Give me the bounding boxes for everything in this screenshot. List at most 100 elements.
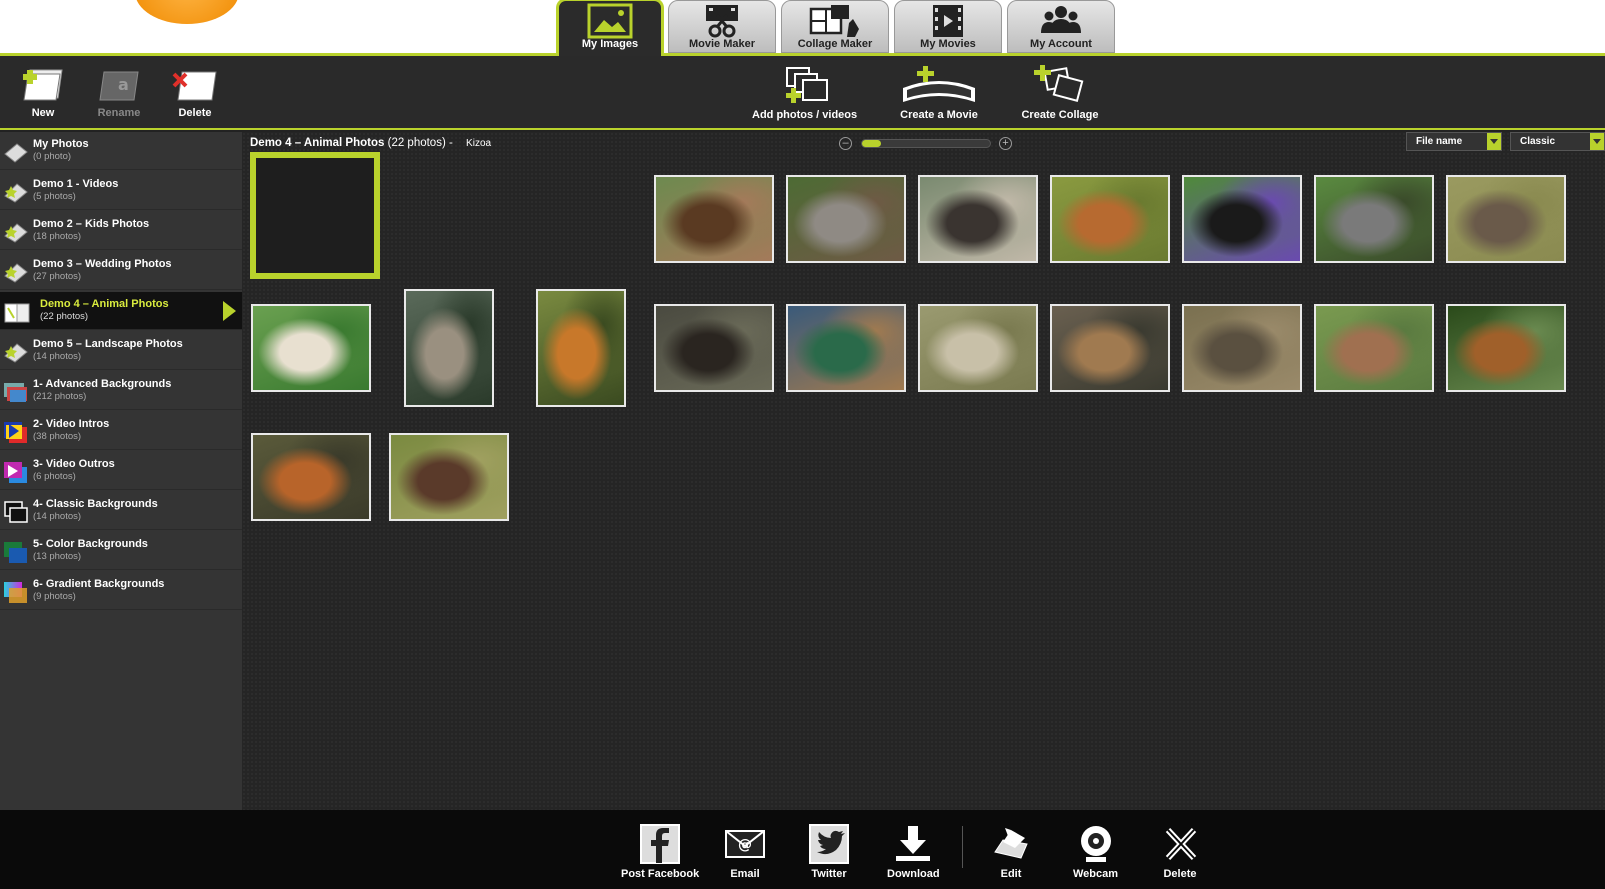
add-photos-button[interactable]: Add photos / videos	[752, 64, 857, 121]
sidebar-item-video-outros[interactable]: 3- Video Outros (6 photos)	[0, 452, 242, 490]
sidebar-item-color-backgrounds[interactable]: 5- Color Backgrounds (13 photos)	[0, 532, 242, 570]
delete-album-icon	[172, 71, 218, 105]
album-sidebar: My Photos (0 photo) Demo 1 - Videos (5 p…	[0, 132, 242, 810]
download-icon	[893, 824, 933, 864]
create-collage-button[interactable]: Create Collage	[1020, 64, 1100, 121]
album-count: (22 photos)	[387, 137, 446, 149]
post-facebook-button[interactable]: Post Facebook	[621, 824, 699, 880]
star-album-icon	[3, 180, 29, 204]
top-nav: My Images Movie Maker Collage Maker My M…	[0, 0, 1605, 56]
selected-arrow-icon	[223, 301, 236, 321]
color-bg-icon	[3, 540, 29, 564]
chevron-down-icon	[1590, 133, 1604, 150]
tab-my-account[interactable]: My Account	[1007, 0, 1115, 53]
app-window: My Images Movie Maker Collage Maker My M…	[0, 0, 1605, 889]
photo-thumbnail-puppy[interactable]	[251, 304, 371, 392]
sidebar-item-video-intros[interactable]: 2- Video Intros (38 photos)	[0, 412, 242, 450]
photo-thumbnail-butterfly[interactable]	[1182, 175, 1302, 263]
tab-label: Collage Maker	[797, 38, 873, 50]
download-button[interactable]: Download	[887, 824, 940, 880]
create-movie-label: Create a Movie	[900, 109, 978, 121]
zoom-in-icon[interactable]: +	[999, 137, 1012, 150]
photo-thumbnail-koala[interactable]	[786, 175, 906, 263]
star-album-icon	[3, 220, 29, 244]
divider	[962, 826, 963, 868]
sort-dropdown[interactable]: File name	[1406, 132, 1502, 151]
photo-thumbnail-sea-lion[interactable]	[918, 175, 1038, 263]
photo-thumbnail-elephant[interactable]	[1446, 175, 1566, 263]
add-photos-icon	[777, 67, 833, 107]
delete-album-button[interactable]: Delete	[172, 64, 218, 119]
twitter-button[interactable]: Twitter	[809, 824, 849, 880]
tab-collage-maker[interactable]: Collage Maker	[781, 0, 889, 53]
star-album-icon	[3, 340, 29, 364]
tab-my-images[interactable]: My Images	[556, 0, 664, 56]
album-owner: Kizoa	[466, 138, 492, 149]
tab-label: My Movies	[920, 38, 976, 50]
photo-gallery: Demo 4 – Animal Photos (22 photos) - Kiz…	[242, 132, 1605, 810]
logo[interactable]	[135, 0, 239, 24]
toolbar: New a Rename Delete Add photos / videos …	[0, 56, 1605, 130]
svg-text:@: @	[738, 837, 752, 853]
edit-button[interactable]: Edit	[991, 824, 1031, 880]
rename-label: Rename	[97, 107, 141, 119]
photo-thumbnail-duck[interactable]	[786, 304, 906, 392]
view-dropdown[interactable]: Classic	[1510, 132, 1605, 151]
new-album-button[interactable]: New	[20, 64, 66, 119]
sidebar-item-advanced-backgrounds[interactable]: 1- Advanced Backgrounds (212 photos)	[0, 372, 242, 410]
close-icon	[1160, 824, 1200, 864]
sidebar-item-demo-1[interactable]: Demo 1 - Videos (5 photos)	[0, 172, 242, 210]
create-movie-button[interactable]: Create a Movie	[899, 64, 979, 121]
photo-thumbnail-antelopes[interactable]	[1314, 304, 1434, 392]
video-intro-icon	[3, 420, 29, 444]
sidebar-item-demo-2[interactable]: Demo 2 – Kids Photos (18 photos)	[0, 212, 242, 250]
open-album-icon	[3, 300, 30, 324]
email-button[interactable]: @ Email	[725, 824, 765, 880]
photo-thumbnail-chimpanzees[interactable]	[654, 304, 774, 392]
zoom-control: – +	[839, 136, 1019, 150]
webcam-icon	[1076, 824, 1116, 864]
delete-label: Delete	[178, 107, 212, 119]
video-outro-icon	[3, 460, 29, 484]
sidebar-item-demo-3[interactable]: Demo 3 – Wedding Photos (27 photos)	[0, 252, 242, 290]
create-collage-icon	[1020, 65, 1100, 107]
photo-thumbnail-tiger[interactable]	[536, 289, 626, 407]
sidebar-item-gradient-backgrounds[interactable]: 6- Gradient Backgrounds (9 photos)	[0, 572, 242, 610]
sidebar-item-classic-backgrounds[interactable]: 4- Classic Backgrounds (14 photos)	[0, 492, 242, 530]
tab-label: My Account	[1030, 38, 1092, 50]
photo-thumbnail-wildcat[interactable]	[1182, 304, 1302, 392]
action-bar: Post Facebook @ Email Twitter Download E…	[0, 810, 1605, 889]
edit-icon	[991, 824, 1031, 864]
webcam-button[interactable]: Webcam	[1073, 824, 1118, 880]
gradient-bg-icon	[3, 580, 29, 604]
photo-thumbnail-horse[interactable]	[654, 175, 774, 263]
create-movie-icon	[899, 66, 979, 107]
rename-album-button[interactable]: a Rename	[96, 64, 142, 119]
email-icon: @	[725, 824, 765, 864]
photo-thumbnail-horses-field[interactable]	[389, 433, 509, 521]
photo-thumbnail-monkey[interactable]	[404, 289, 494, 407]
sidebar-item-demo-5[interactable]: Demo 5 – Landscape Photos (14 photos)	[0, 332, 242, 370]
zoom-slider-fill	[862, 140, 881, 147]
photo-thumbnail-fox[interactable]	[251, 433, 371, 521]
delete-photo-button[interactable]: Delete	[1160, 824, 1200, 880]
add-photos-label: Add photos / videos	[752, 109, 858, 121]
album-header: Demo 4 – Animal Photos (22 photos) - Kiz…	[250, 137, 491, 149]
tab-movie-maker[interactable]: Movie Maker	[668, 0, 776, 53]
photo-thumbnail-giraffes[interactable]	[1050, 304, 1170, 392]
view-value: Classic	[1520, 136, 1556, 147]
header-separator: -	[449, 137, 453, 149]
sidebar-item-demo-4[interactable]: Demo 4 – Animal Photos (22 photos)	[0, 292, 242, 330]
photo-thumbnail-squirrel[interactable]	[1446, 304, 1566, 392]
backgrounds-icon	[3, 380, 29, 404]
empty-photo-slot[interactable]	[250, 152, 380, 279]
sidebar-item-my-photos[interactable]: My Photos (0 photo)	[0, 132, 242, 170]
tab-label: Movie Maker	[688, 38, 756, 50]
zoom-slider[interactable]	[861, 139, 991, 148]
svg-text:a: a	[118, 75, 129, 94]
photo-thumbnail-kitten[interactable]	[1314, 175, 1434, 263]
photo-thumbnail-sheep[interactable]	[918, 304, 1038, 392]
photo-thumbnail-calf[interactable]	[1050, 175, 1170, 263]
tab-my-movies[interactable]: My Movies	[894, 0, 1002, 53]
zoom-out-icon[interactable]: –	[839, 137, 852, 150]
